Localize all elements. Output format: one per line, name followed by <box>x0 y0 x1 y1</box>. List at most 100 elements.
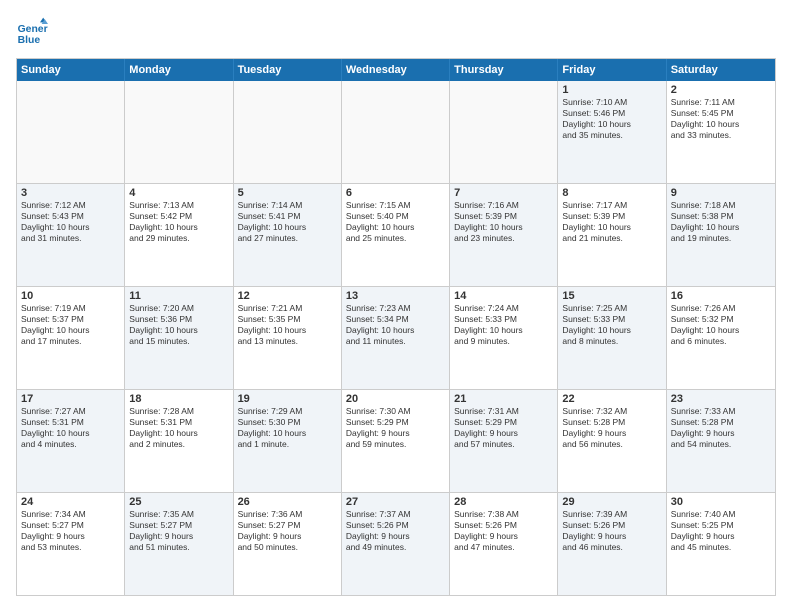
day-number: 18 <box>129 393 228 405</box>
header-day-saturday: Saturday <box>667 59 775 81</box>
day-cell-10: 10Sunrise: 7:19 AM Sunset: 5:37 PM Dayli… <box>17 287 125 389</box>
day-detail: Sunrise: 7:33 AM Sunset: 5:28 PM Dayligh… <box>671 406 771 450</box>
day-number: 16 <box>671 290 771 302</box>
day-detail: Sunrise: 7:19 AM Sunset: 5:37 PM Dayligh… <box>21 303 120 347</box>
day-number: 2 <box>671 84 771 96</box>
day-cell-13: 13Sunrise: 7:23 AM Sunset: 5:34 PM Dayli… <box>342 287 450 389</box>
day-number: 26 <box>238 496 337 508</box>
day-detail: Sunrise: 7:21 AM Sunset: 5:35 PM Dayligh… <box>238 303 337 347</box>
calendar-header: SundayMondayTuesdayWednesdayThursdayFrid… <box>17 59 775 81</box>
day-number: 12 <box>238 290 337 302</box>
day-detail: Sunrise: 7:17 AM Sunset: 5:39 PM Dayligh… <box>562 200 661 244</box>
header-day-wednesday: Wednesday <box>342 59 450 81</box>
day-cell-1: 1Sunrise: 7:10 AM Sunset: 5:46 PM Daylig… <box>558 81 666 183</box>
day-cell-8: 8Sunrise: 7:17 AM Sunset: 5:39 PM Daylig… <box>558 184 666 286</box>
day-detail: Sunrise: 7:28 AM Sunset: 5:31 PM Dayligh… <box>129 406 228 450</box>
day-cell-21: 21Sunrise: 7:31 AM Sunset: 5:29 PM Dayli… <box>450 390 558 492</box>
day-number: 9 <box>671 187 771 199</box>
page: General Blue SundayMondayTuesdayWednesda… <box>0 0 792 612</box>
day-number: 13 <box>346 290 445 302</box>
day-number: 4 <box>129 187 228 199</box>
day-number: 17 <box>21 393 120 405</box>
day-detail: Sunrise: 7:27 AM Sunset: 5:31 PM Dayligh… <box>21 406 120 450</box>
day-cell-14: 14Sunrise: 7:24 AM Sunset: 5:33 PM Dayli… <box>450 287 558 389</box>
day-detail: Sunrise: 7:23 AM Sunset: 5:34 PM Dayligh… <box>346 303 445 347</box>
day-number: 11 <box>129 290 228 302</box>
day-number: 1 <box>562 84 661 96</box>
day-cell-25: 25Sunrise: 7:35 AM Sunset: 5:27 PM Dayli… <box>125 493 233 595</box>
day-number: 3 <box>21 187 120 199</box>
day-number: 7 <box>454 187 553 199</box>
day-number: 23 <box>671 393 771 405</box>
day-number: 14 <box>454 290 553 302</box>
svg-text:Blue: Blue <box>18 35 41 46</box>
day-number: 25 <box>129 496 228 508</box>
calendar-row-4: 24Sunrise: 7:34 AM Sunset: 5:27 PM Dayli… <box>17 492 775 595</box>
day-number: 6 <box>346 187 445 199</box>
day-cell-4: 4Sunrise: 7:13 AM Sunset: 5:42 PM Daylig… <box>125 184 233 286</box>
day-cell-28: 28Sunrise: 7:38 AM Sunset: 5:26 PM Dayli… <box>450 493 558 595</box>
day-cell-22: 22Sunrise: 7:32 AM Sunset: 5:28 PM Dayli… <box>558 390 666 492</box>
day-detail: Sunrise: 7:37 AM Sunset: 5:26 PM Dayligh… <box>346 509 445 553</box>
day-cell-17: 17Sunrise: 7:27 AM Sunset: 5:31 PM Dayli… <box>17 390 125 492</box>
day-detail: Sunrise: 7:25 AM Sunset: 5:33 PM Dayligh… <box>562 303 661 347</box>
day-cell-30: 30Sunrise: 7:40 AM Sunset: 5:25 PM Dayli… <box>667 493 775 595</box>
empty-cell-0-0 <box>17 81 125 183</box>
header-day-tuesday: Tuesday <box>234 59 342 81</box>
header-day-monday: Monday <box>125 59 233 81</box>
day-detail: Sunrise: 7:26 AM Sunset: 5:32 PM Dayligh… <box>671 303 771 347</box>
day-number: 8 <box>562 187 661 199</box>
day-number: 19 <box>238 393 337 405</box>
empty-cell-0-4 <box>450 81 558 183</box>
empty-cell-0-1 <box>125 81 233 183</box>
logo-icon: General Blue <box>16 16 48 48</box>
day-detail: Sunrise: 7:15 AM Sunset: 5:40 PM Dayligh… <box>346 200 445 244</box>
svg-text:General: General <box>18 24 48 35</box>
day-cell-26: 26Sunrise: 7:36 AM Sunset: 5:27 PM Dayli… <box>234 493 342 595</box>
header-day-friday: Friday <box>558 59 666 81</box>
day-cell-2: 2Sunrise: 7:11 AM Sunset: 5:45 PM Daylig… <box>667 81 775 183</box>
day-detail: Sunrise: 7:38 AM Sunset: 5:26 PM Dayligh… <box>454 509 553 553</box>
day-cell-27: 27Sunrise: 7:37 AM Sunset: 5:26 PM Dayli… <box>342 493 450 595</box>
calendar: SundayMondayTuesdayWednesdayThursdayFrid… <box>16 58 776 596</box>
day-cell-19: 19Sunrise: 7:29 AM Sunset: 5:30 PM Dayli… <box>234 390 342 492</box>
day-detail: Sunrise: 7:30 AM Sunset: 5:29 PM Dayligh… <box>346 406 445 450</box>
day-cell-23: 23Sunrise: 7:33 AM Sunset: 5:28 PM Dayli… <box>667 390 775 492</box>
day-detail: Sunrise: 7:40 AM Sunset: 5:25 PM Dayligh… <box>671 509 771 553</box>
day-detail: Sunrise: 7:29 AM Sunset: 5:30 PM Dayligh… <box>238 406 337 450</box>
calendar-row-3: 17Sunrise: 7:27 AM Sunset: 5:31 PM Dayli… <box>17 389 775 492</box>
day-number: 20 <box>346 393 445 405</box>
header: General Blue <box>16 16 776 48</box>
day-number: 5 <box>238 187 337 199</box>
day-detail: Sunrise: 7:31 AM Sunset: 5:29 PM Dayligh… <box>454 406 553 450</box>
day-detail: Sunrise: 7:12 AM Sunset: 5:43 PM Dayligh… <box>21 200 120 244</box>
day-cell-7: 7Sunrise: 7:16 AM Sunset: 5:39 PM Daylig… <box>450 184 558 286</box>
calendar-body: 1Sunrise: 7:10 AM Sunset: 5:46 PM Daylig… <box>17 81 775 595</box>
day-cell-9: 9Sunrise: 7:18 AM Sunset: 5:38 PM Daylig… <box>667 184 775 286</box>
calendar-row-0: 1Sunrise: 7:10 AM Sunset: 5:46 PM Daylig… <box>17 81 775 183</box>
day-number: 15 <box>562 290 661 302</box>
day-detail: Sunrise: 7:14 AM Sunset: 5:41 PM Dayligh… <box>238 200 337 244</box>
day-cell-24: 24Sunrise: 7:34 AM Sunset: 5:27 PM Dayli… <box>17 493 125 595</box>
calendar-row-2: 10Sunrise: 7:19 AM Sunset: 5:37 PM Dayli… <box>17 286 775 389</box>
day-cell-5: 5Sunrise: 7:14 AM Sunset: 5:41 PM Daylig… <box>234 184 342 286</box>
header-day-sunday: Sunday <box>17 59 125 81</box>
day-detail: Sunrise: 7:13 AM Sunset: 5:42 PM Dayligh… <box>129 200 228 244</box>
day-cell-15: 15Sunrise: 7:25 AM Sunset: 5:33 PM Dayli… <box>558 287 666 389</box>
logo: General Blue <box>16 16 52 48</box>
day-number: 21 <box>454 393 553 405</box>
day-number: 30 <box>671 496 771 508</box>
day-cell-12: 12Sunrise: 7:21 AM Sunset: 5:35 PM Dayli… <box>234 287 342 389</box>
day-detail: Sunrise: 7:11 AM Sunset: 5:45 PM Dayligh… <box>671 97 771 141</box>
day-number: 10 <box>21 290 120 302</box>
day-detail: Sunrise: 7:35 AM Sunset: 5:27 PM Dayligh… <box>129 509 228 553</box>
day-detail: Sunrise: 7:16 AM Sunset: 5:39 PM Dayligh… <box>454 200 553 244</box>
day-detail: Sunrise: 7:39 AM Sunset: 5:26 PM Dayligh… <box>562 509 661 553</box>
day-cell-6: 6Sunrise: 7:15 AM Sunset: 5:40 PM Daylig… <box>342 184 450 286</box>
day-detail: Sunrise: 7:10 AM Sunset: 5:46 PM Dayligh… <box>562 97 661 141</box>
day-number: 28 <box>454 496 553 508</box>
day-number: 24 <box>21 496 120 508</box>
day-cell-18: 18Sunrise: 7:28 AM Sunset: 5:31 PM Dayli… <box>125 390 233 492</box>
empty-cell-0-2 <box>234 81 342 183</box>
day-number: 27 <box>346 496 445 508</box>
